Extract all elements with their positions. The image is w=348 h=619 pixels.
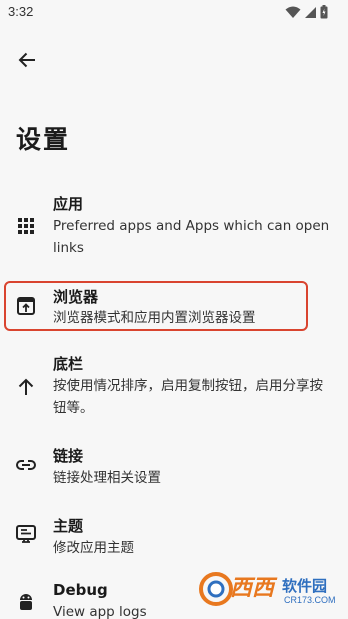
watermark-title: 西西 [230, 575, 275, 600]
settings-item-subtitle: 修改应用主题 [53, 540, 134, 556]
watermark-url: CR173.COM [284, 595, 336, 605]
arrow-up-icon [15, 376, 37, 398]
settings-item-title: 链接 [53, 447, 84, 465]
link-icon [15, 454, 37, 476]
page-title: 设置 [16, 125, 71, 154]
apps-grid-icon [15, 215, 37, 237]
android-bug-icon [15, 590, 37, 612]
watermark-logo-icon [199, 572, 233, 606]
settings-item-title: 主题 [53, 517, 84, 535]
settings-item-subtitle: Preferred apps and Apps which can open l… [53, 218, 330, 256]
theme-icon [15, 523, 37, 545]
highlight-box [4, 281, 308, 331]
back-button[interactable] [10, 46, 44, 74]
status-bar: 3:32 [0, 0, 348, 26]
settings-item-subtitle: 按使用情况排序，启用复制按钮，启用分享按钮等。 [53, 378, 323, 416]
status-time: 3:32 [8, 4, 34, 19]
settings-item-links[interactable]: 链接 链接处理相关设置 [0, 442, 348, 492]
settings-item-title: 应用 [53, 195, 84, 213]
signal-icon [305, 6, 316, 18]
settings-item-theme[interactable]: 主题 修改应用主题 [0, 512, 348, 562]
wifi-icon [285, 6, 301, 18]
watermark-brand: 软件园 [282, 578, 328, 595]
settings-item-subtitle: 链接处理相关设置 [53, 470, 161, 486]
battery-icon [320, 5, 328, 19]
status-icons [285, 5, 328, 19]
arrow-back-icon [18, 52, 35, 68]
settings-item-apps[interactable]: 应用 Preferred apps and Apps which can ope… [0, 190, 348, 262]
settings-item-title: Debug [53, 581, 108, 599]
watermark: 西西 软件园 CR173.COM [198, 566, 344, 614]
settings-item-title: 底栏 [53, 355, 84, 373]
settings-item-bottom-bar[interactable]: 底栏 按使用情况排序，启用复制按钮，启用分享按钮等。 [0, 350, 348, 422]
